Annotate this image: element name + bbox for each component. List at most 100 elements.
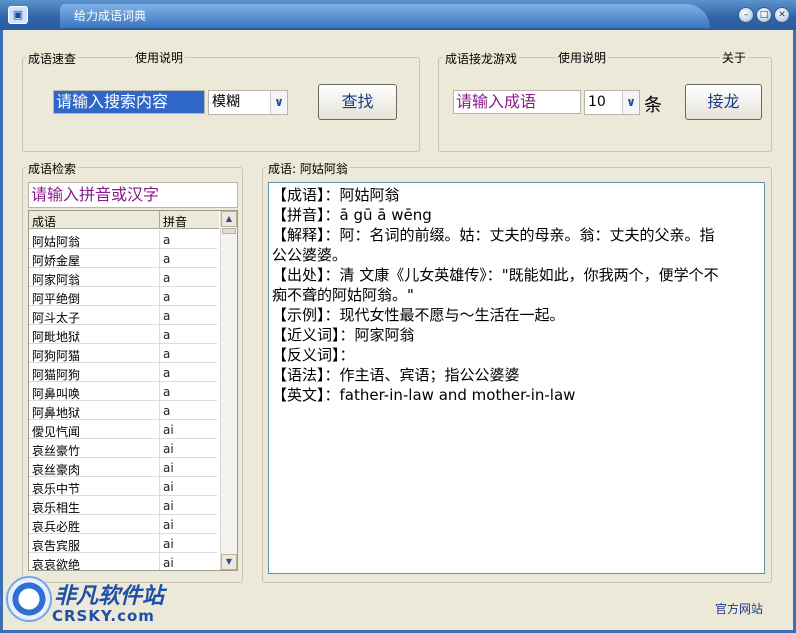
list-item[interactable]: 阿毗地狱 a — [29, 325, 217, 344]
detail-line: 【解释】：阿：名词的前缀。姑：丈夫的母亲。翁：丈夫的父亲。指 — [272, 226, 715, 244]
chevron-down-icon[interactable]: ∨ — [622, 91, 639, 114]
about-link[interactable]: 关于 — [720, 49, 749, 66]
list-item[interactable]: 阿狗阿猫 a — [29, 344, 217, 363]
scroll-down-icon[interactable]: ▼ — [221, 554, 237, 570]
detail-line: 【拼音】：ā gū ā wēng — [272, 206, 432, 224]
watermark-cn: 非凡软件站 — [54, 584, 165, 609]
app-icon[interactable]: ▣ — [8, 6, 28, 24]
detail-line: 【语法】：作主语、宾语；指公公婆婆 — [272, 366, 520, 384]
row-pinyin: ai — [163, 537, 174, 551]
row-idiom: 哀兵必胜 — [32, 520, 81, 534]
row-pinyin: ai — [163, 442, 174, 456]
list-item[interactable]: 哀乐中节 ai — [29, 477, 217, 496]
chain-button[interactable]: 接龙 — [685, 84, 762, 120]
row-idiom: 阿斗太子 — [32, 311, 81, 325]
chain-help-link[interactable]: 使用说明 — [556, 49, 609, 66]
row-idiom: 哀吿宾服 — [32, 539, 81, 553]
detail-line: 痴不聋的阿姑阿翁。" — [272, 286, 414, 304]
detail-textarea[interactable]: 【成语】：阿姑阿翁【拼音】：ā gū ā wēng 【解释】：阿：名词的前缀。姑：… — [268, 182, 765, 574]
list-item[interactable]: 阿猫阿狗 a — [29, 363, 217, 382]
index-label: 成语检索 — [26, 160, 79, 177]
list-item[interactable]: 阿鼻地狱 a — [29, 401, 217, 420]
search-button[interactable]: 查找 — [318, 84, 397, 120]
row-pinyin: a — [163, 271, 171, 285]
row-idiom: 阿毗地狱 — [32, 330, 81, 344]
list-item[interactable]: 阿鼻叫唤 a — [29, 382, 217, 401]
list-header: 成语 拼音 — [29, 211, 219, 229]
row-idiom: 阿姑阿翁 — [32, 235, 81, 249]
idiom-list[interactable]: 成语 拼音 阿姑阿翁 a 阿娇金屋 a 阿家阿翁 a 阿平绝倒 a 阿斗太子 a 阿毗地狱 a 阿狗阿猫… — [28, 210, 238, 571]
row-idiom: 哀乐相生 — [32, 501, 81, 515]
count-select[interactable]: 10 ∨ — [584, 90, 640, 115]
list-item[interactable]: 哀兵必胜 ai — [29, 515, 217, 534]
col-pinyin-header[interactable]: 拼音 — [163, 213, 187, 230]
list-scrollbar[interactable]: ▲ ▼ — [220, 211, 237, 570]
row-pinyin: a — [163, 385, 171, 399]
list-item[interactable]: 阿家阿翁 a — [29, 268, 217, 287]
count-value: 10 — [588, 94, 606, 110]
filter-input[interactable]: 请输入拼音或汉字 — [28, 182, 238, 208]
watermark: 非凡软件站 CRSKY.com — [6, 572, 166, 628]
list-item[interactable]: 僾见忾闻 ai — [29, 420, 217, 439]
row-idiom: 哀哀欲绝 — [32, 558, 81, 571]
list-item[interactable]: 哀吿宾服 ai — [29, 534, 217, 553]
search-mode-value: 模糊 — [212, 94, 240, 110]
row-idiom: 阿狗阿猫 — [32, 349, 81, 363]
list-item[interactable]: 哀乐相生 ai — [29, 496, 217, 515]
row-idiom: 阿平绝倒 — [32, 292, 81, 306]
detail-line: 【反义词】： — [272, 346, 355, 364]
search-help-link[interactable]: 使用说明 — [133, 49, 186, 66]
search-input[interactable]: 请输入搜索内容 — [53, 90, 205, 114]
row-pinyin: ai — [163, 499, 174, 513]
count-unit: 条 — [644, 95, 662, 116]
row-idiom: 阿家阿翁 — [32, 273, 81, 287]
detail-line: 【成语】：阿姑阿翁 — [272, 186, 400, 204]
col-idiom-header[interactable]: 成语 — [32, 213, 56, 230]
official-site-link[interactable]: 官方网站 — [715, 600, 763, 617]
idiom-input[interactable]: 请输入成语 — [453, 90, 581, 114]
row-pinyin: ai — [163, 480, 174, 494]
row-pinyin: a — [163, 404, 171, 418]
row-idiom: 阿鼻叫唤 — [32, 387, 81, 401]
detail-line: 【英文】：father-in-law and mother-in-law — [272, 386, 576, 404]
row-pinyin: a — [163, 328, 171, 342]
watermark-en: CRSKY.com — [52, 607, 155, 625]
row-pinyin: a — [163, 366, 171, 380]
app-window: ▣ 给力成语词典 – □ ✕ 成语速查 使用说明 请输入搜索内容 模糊 ∨ 查找… — [0, 0, 796, 633]
list-item[interactable]: 哀丝豪竹 ai — [29, 439, 217, 458]
close-icon[interactable]: ✕ — [774, 7, 790, 23]
title-bar[interactable]: ▣ 给力成语词典 – □ ✕ — [0, 0, 796, 30]
quick-search-label: 成语速查 — [26, 50, 79, 67]
scroll-up-icon[interactable]: ▲ — [221, 211, 237, 227]
row-pinyin: a — [163, 252, 171, 266]
detail-label: 成语: 阿姑阿翁 — [266, 160, 350, 177]
detail-line: 【出处】：清 文康《儿女英雄传》："既能如此，你我两个，便学个不 — [272, 266, 719, 284]
list-item[interactable]: 阿娇金屋 a — [29, 249, 217, 268]
row-pinyin: a — [163, 290, 171, 304]
search-mode-select[interactable]: 模糊 ∨ — [208, 90, 288, 115]
detail-line: 【近义词】：阿家阿翁 — [272, 326, 415, 344]
window-title: 给力成语词典 — [74, 9, 147, 23]
list-item[interactable]: 阿姑阿翁 a — [29, 230, 217, 249]
chevron-down-icon[interactable]: ∨ — [270, 91, 287, 114]
detail-line: 【示例】：现代女性最不愿与～生活在一起。 — [272, 306, 565, 324]
list-item[interactable]: 哀哀欲绝 ai — [29, 553, 217, 571]
row-pinyin: a — [163, 309, 171, 323]
maximize-icon[interactable]: □ — [756, 7, 772, 23]
row-idiom: 哀乐中节 — [32, 482, 81, 496]
scroll-thumb[interactable] — [222, 228, 236, 234]
list-item[interactable]: 阿斗太子 a — [29, 306, 217, 325]
crsky-logo-icon — [6, 576, 52, 622]
row-idiom: 僾见忾闻 — [32, 425, 81, 439]
row-idiom: 阿娇金屋 — [32, 254, 81, 268]
list-item[interactable]: 阿平绝倒 a — [29, 287, 217, 306]
row-pinyin: ai — [163, 518, 174, 532]
row-pinyin: ai — [163, 461, 174, 475]
chain-game-label: 成语接龙游戏 — [443, 50, 520, 67]
row-idiom: 阿鼻地狱 — [32, 406, 81, 420]
detail-line: 公公婆婆。 — [272, 246, 348, 264]
row-idiom: 阿猫阿狗 — [32, 368, 81, 382]
minimize-icon[interactable]: – — [738, 7, 754, 23]
title-tab — [60, 4, 710, 28]
list-item[interactable]: 哀丝豪肉 ai — [29, 458, 217, 477]
